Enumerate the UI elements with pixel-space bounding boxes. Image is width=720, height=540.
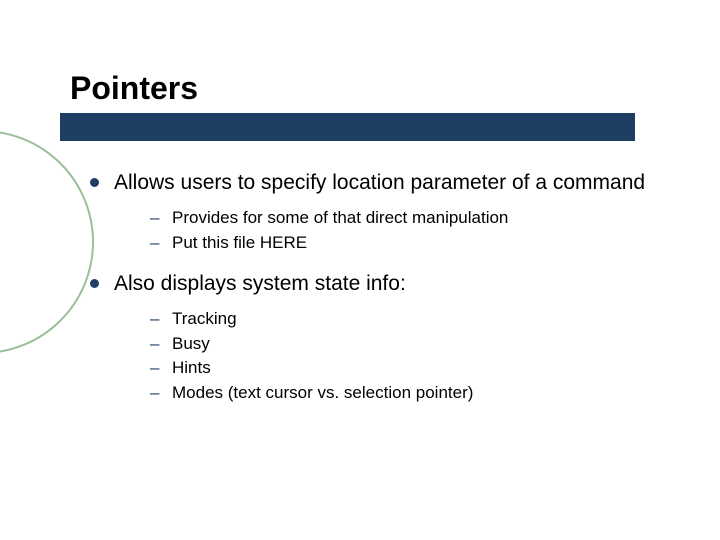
slide-title: Pointers bbox=[70, 70, 680, 107]
sub-bullet-item: Busy bbox=[150, 332, 680, 357]
bullet-item: Also displays system state info: Trackin… bbox=[90, 270, 680, 406]
sub-bullet-item: Put this file HERE bbox=[150, 231, 680, 256]
title-underline-bar bbox=[60, 113, 635, 141]
bullet-text: Allows users to specify location paramet… bbox=[114, 171, 645, 194]
sub-bullet-list: Tracking Busy Hints Modes (text cursor v… bbox=[150, 307, 680, 406]
slide-content: Pointers Allows users to specify locatio… bbox=[0, 0, 720, 405]
bullet-item: Allows users to specify location paramet… bbox=[90, 169, 680, 256]
sub-bullet-list: Provides for some of that direct manipul… bbox=[150, 206, 680, 255]
sub-bullet-item: Modes (text cursor vs. selection pointer… bbox=[150, 381, 680, 406]
sub-bullet-item: Hints bbox=[150, 356, 680, 381]
bullet-list: Allows users to specify location paramet… bbox=[90, 169, 680, 405]
sub-bullet-item: Tracking bbox=[150, 307, 680, 332]
sub-bullet-item: Provides for some of that direct manipul… bbox=[150, 206, 680, 231]
bullet-text: Also displays system state info: bbox=[114, 272, 406, 295]
